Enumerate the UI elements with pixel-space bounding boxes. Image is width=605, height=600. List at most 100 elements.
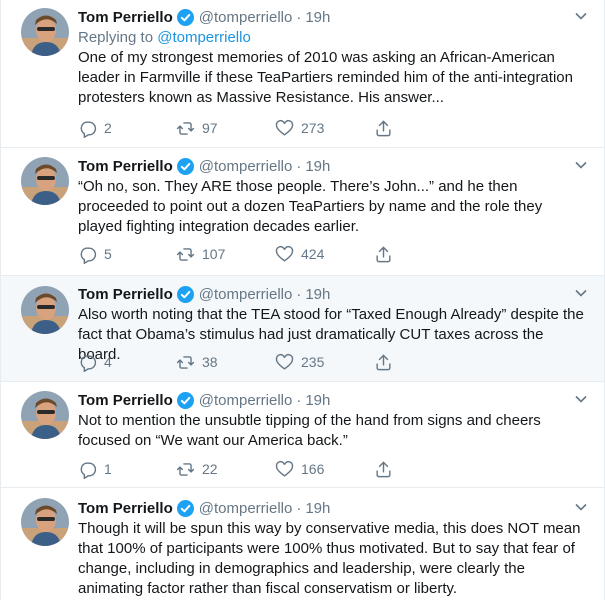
- reply-count: 5: [104, 246, 112, 262]
- author-handle[interactable]: @tomperriello: [199, 158, 293, 175]
- author-handle[interactable]: @tomperriello: [199, 286, 293, 303]
- reply-count: 2: [104, 120, 112, 136]
- author-handle[interactable]: @tomperriello: [199, 500, 293, 517]
- like-button[interactable]: 166: [275, 459, 324, 479]
- heart-icon: [275, 119, 294, 136]
- like-count: 424: [301, 246, 325, 262]
- heart-icon: [275, 460, 294, 477]
- share-button[interactable]: [374, 244, 400, 264]
- reply-icon: [80, 461, 97, 479]
- replying-to: Replying to @tomperriello: [78, 28, 588, 48]
- reply-count: 4: [104, 354, 112, 370]
- reply-count: 1: [104, 461, 112, 477]
- like-button[interactable]: 424: [275, 244, 324, 264]
- reply-button[interactable]: 1: [78, 459, 112, 479]
- tweet-actions: 2 97 273: [78, 118, 458, 138]
- tweet-actions: 1 22 166: [78, 459, 458, 479]
- retweet-count: 38: [202, 354, 218, 370]
- author-handle[interactable]: @tomperriello: [199, 392, 293, 409]
- verified-badge-icon: [176, 499, 194, 517]
- tweet-text: “Oh no, son. They ARE those people. Ther…: [78, 178, 543, 235]
- like-count: 273: [301, 120, 325, 136]
- separator: ·: [296, 391, 302, 409]
- verified-badge-icon: [176, 391, 194, 409]
- timestamp[interactable]: 19h: [305, 9, 330, 26]
- retweet-icon: [176, 121, 195, 135]
- tweet-text: Though it will be spun this way by conse…: [78, 520, 581, 597]
- reply-icon: [80, 354, 97, 372]
- retweet-button[interactable]: 97: [176, 118, 218, 138]
- timestamp[interactable]: 19h: [305, 500, 330, 517]
- tweet-text: Not to mention the unsubtle tipping of t…: [78, 412, 541, 449]
- chevron-down-icon[interactable]: [574, 286, 588, 300]
- tweet[interactable]: Tom Perriello @tomperriello · 19h Though…: [1, 488, 604, 600]
- share-icon: [376, 460, 391, 477]
- tweet[interactable]: Tom Perriello @tomperriello · 19h Not to…: [1, 382, 604, 488]
- avatar[interactable]: [21, 391, 69, 439]
- retweet-icon: [176, 247, 195, 261]
- retweet-count: 22: [202, 461, 218, 477]
- profile-photo: [21, 157, 69, 205]
- retweet-count: 97: [202, 120, 218, 136]
- retweet-icon: [176, 462, 195, 476]
- author-handle[interactable]: @tomperriello: [199, 9, 293, 26]
- verified-badge-icon: [176, 8, 194, 26]
- reply-button[interactable]: 5: [78, 244, 112, 264]
- heart-icon: [275, 245, 294, 262]
- tweet-actions: 4 38 235: [78, 352, 458, 372]
- profile-photo: [21, 498, 69, 546]
- profile-photo: [21, 286, 69, 334]
- timestamp[interactable]: 19h: [305, 286, 330, 303]
- reply-icon: [80, 246, 97, 264]
- verified-badge-icon: [176, 157, 194, 175]
- tweet[interactable]: Tom Perriello @tomperriello · 19h Also w…: [1, 276, 604, 382]
- share-icon: [376, 245, 391, 262]
- chevron-down-icon[interactable]: [574, 158, 588, 172]
- separator: ·: [296, 285, 302, 303]
- profile-photo: [21, 391, 69, 439]
- tweet[interactable]: Tom Perriello @tomperriello · 19h “Oh no…: [1, 148, 604, 276]
- retweet-button[interactable]: 107: [176, 244, 225, 264]
- timestamp[interactable]: 19h: [305, 158, 330, 175]
- reply-button[interactable]: 2: [78, 118, 112, 138]
- share-icon: [376, 119, 391, 136]
- reply-icon: [80, 120, 97, 138]
- author-name[interactable]: Tom Perriello: [78, 9, 173, 26]
- separator: ·: [296, 499, 302, 517]
- retweet-count: 107: [202, 246, 226, 262]
- avatar[interactable]: [21, 8, 69, 56]
- author-name[interactable]: Tom Perriello: [78, 158, 173, 175]
- separator: ·: [296, 8, 302, 26]
- share-icon: [376, 353, 391, 370]
- tweet[interactable]: Tom Perriello @tomperriello · 19h Replyi…: [1, 0, 604, 148]
- reply-button[interactable]: 4: [78, 352, 112, 372]
- author-name[interactable]: Tom Perriello: [78, 286, 173, 303]
- profile-photo: [21, 8, 69, 56]
- avatar[interactable]: [21, 498, 69, 546]
- like-count: 166: [301, 461, 325, 477]
- avatar[interactable]: [21, 286, 69, 334]
- heart-icon: [275, 353, 294, 370]
- separator: ·: [296, 157, 302, 175]
- retweet-button[interactable]: 22: [176, 459, 218, 479]
- like-count: 235: [301, 354, 325, 370]
- retweet-icon: [176, 355, 195, 369]
- chevron-down-icon[interactable]: [574, 500, 588, 514]
- like-button[interactable]: 235: [275, 352, 324, 372]
- tweet-actions: 5 107 424: [78, 244, 458, 264]
- replying-to-label: Replying to: [78, 29, 154, 46]
- retweet-button[interactable]: 38: [176, 352, 218, 372]
- like-button[interactable]: 273: [275, 118, 324, 138]
- tweet-text: One of my strongest memories of 2010 was…: [78, 49, 573, 106]
- chevron-down-icon[interactable]: [574, 9, 588, 23]
- timestamp[interactable]: 19h: [305, 392, 330, 409]
- share-button[interactable]: [374, 352, 400, 372]
- verified-badge-icon: [176, 285, 194, 303]
- author-name[interactable]: Tom Perriello: [78, 392, 173, 409]
- author-name[interactable]: Tom Perriello: [78, 500, 173, 517]
- chevron-down-icon[interactable]: [574, 392, 588, 406]
- avatar[interactable]: [21, 157, 69, 205]
- share-button[interactable]: [374, 459, 400, 479]
- replying-to-link[interactable]: @tomperriello: [157, 29, 251, 46]
- share-button[interactable]: [374, 118, 400, 138]
